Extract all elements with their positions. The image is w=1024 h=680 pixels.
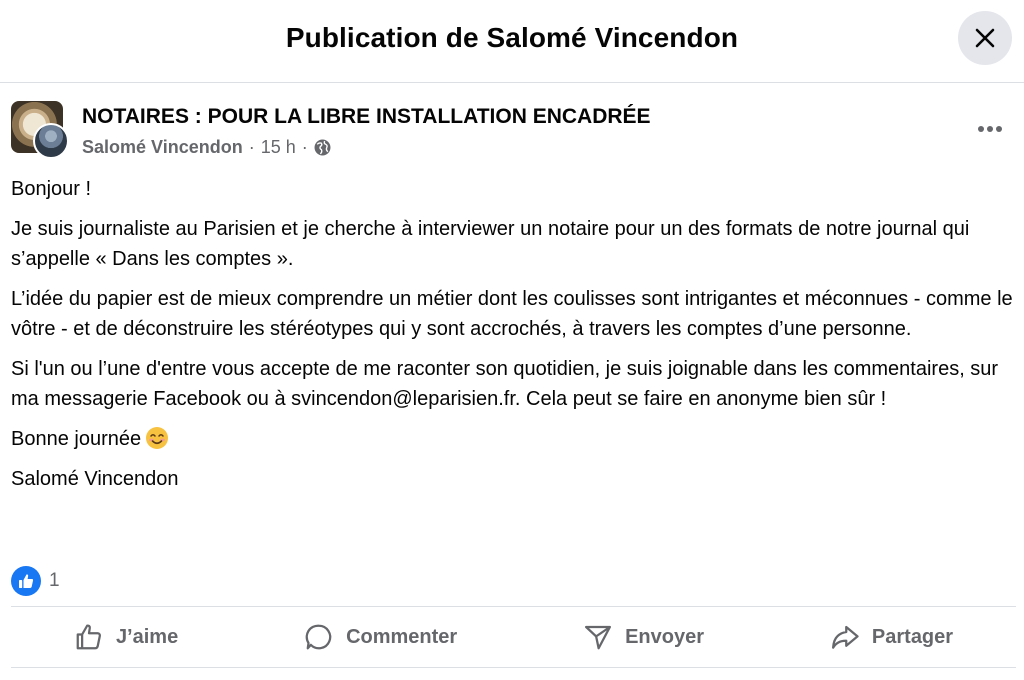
author-avatar[interactable] xyxy=(33,123,69,159)
post-paragraph: Si l'un ou l’une d'entre vous accepte de… xyxy=(11,358,999,410)
dialog-header: Publication de Salomé Vincendon xyxy=(0,0,1024,83)
comment-button[interactable]: Commenter xyxy=(288,614,473,660)
like-reaction-icon xyxy=(11,566,41,596)
share-button[interactable]: Partager xyxy=(814,614,969,660)
group-name-link[interactable]: NOTAIRES : POUR LA LIBRE INSTALLATION EN… xyxy=(82,105,651,129)
meta-separator: · xyxy=(301,137,308,157)
like-icon xyxy=(76,624,101,650)
post-timestamp[interactable]: 15 h xyxy=(261,137,296,158)
like-label: J’aime xyxy=(115,625,179,648)
send-button[interactable]: Envoyer xyxy=(567,614,720,660)
dialog-title: Publication de Salomé Vincendon xyxy=(285,22,739,53)
post-body: Bonjour ! Je suis journaliste au Parisie… xyxy=(11,174,1016,504)
send-icon xyxy=(585,625,612,650)
comment-label: Commenter xyxy=(346,625,458,648)
post-avatars[interactable] xyxy=(11,101,69,161)
share-label: Partager xyxy=(871,625,954,648)
divider xyxy=(11,606,1016,607)
globe-icon[interactable] xyxy=(314,139,331,156)
like-button[interactable]: J’aime xyxy=(58,614,194,660)
reaction-count: 1 xyxy=(49,570,60,591)
send-label: Envoyer xyxy=(625,625,705,648)
post-paragraph: Bonjour ! xyxy=(11,178,92,200)
greeting-text: Bonne journée xyxy=(11,428,142,450)
post-signature: Salomé Vincendon xyxy=(11,468,179,490)
smiling-face-emoji-icon xyxy=(146,427,169,449)
close-icon xyxy=(975,28,995,48)
post-paragraph-greeting: Bonne journée xyxy=(11,424,1016,454)
more-options-button[interactable] xyxy=(972,115,1008,143)
divider xyxy=(11,667,1016,668)
reactions-summary[interactable]: 1 xyxy=(11,566,60,596)
meta-separator: · xyxy=(248,137,255,157)
post-paragraph: Je suis journaliste au Parisien et je ch… xyxy=(11,218,970,270)
share-icon xyxy=(831,625,859,649)
post-paragraph: L’idée du papier est de mieux comprendre… xyxy=(11,288,1013,340)
more-options-icon xyxy=(978,126,1002,132)
post-meta: Salomé Vincendon · 15 h · xyxy=(82,137,331,158)
close-button[interactable] xyxy=(958,11,1012,65)
post-actions-bar: J’aime Commenter Envoyer Partager xyxy=(11,608,1016,666)
comment-icon xyxy=(305,624,332,650)
author-name-link[interactable]: Salomé Vincendon xyxy=(82,137,243,158)
